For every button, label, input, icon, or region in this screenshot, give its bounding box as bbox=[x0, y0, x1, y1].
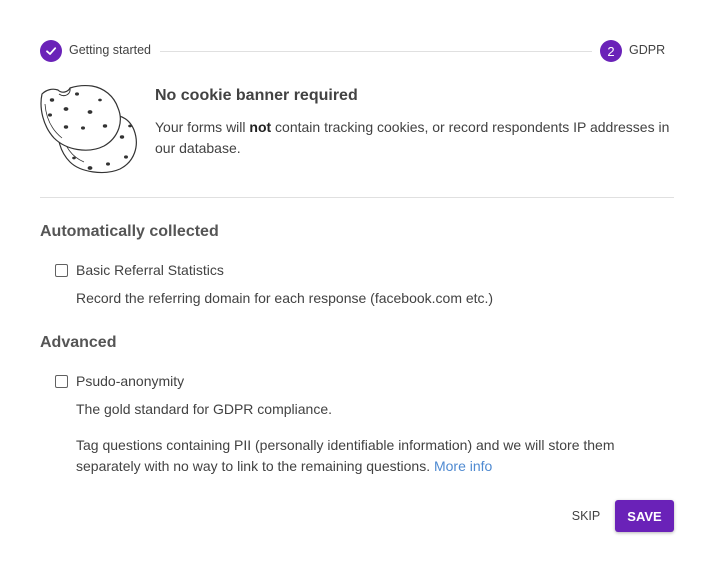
option-help-text-detail: Tag questions containing PII (personally… bbox=[76, 437, 615, 474]
save-button[interactable]: SAVE bbox=[615, 500, 674, 532]
step-label-gdpr: GDPR bbox=[629, 43, 666, 57]
skip-button[interactable]: SKIP bbox=[565, 503, 607, 529]
cookies-illustration bbox=[40, 85, 137, 174]
option-label[interactable]: Psudo-anonymity bbox=[76, 373, 184, 389]
step-completed-check-icon bbox=[40, 40, 62, 62]
stepper: Getting started 2 GDPR bbox=[40, 40, 674, 62]
option-label[interactable]: Basic Referral Statistics bbox=[76, 262, 224, 278]
step-number-badge: 2 bbox=[600, 40, 622, 62]
option-psudo-anonymity[interactable]: Psudo-anonymity bbox=[55, 373, 184, 389]
divider bbox=[40, 197, 674, 198]
banner-description: Your forms will not contain tracking coo… bbox=[155, 119, 670, 156]
step-label-getting-started: Getting started bbox=[69, 43, 151, 57]
checkbox-psudo-anonymity[interactable] bbox=[55, 374, 68, 388]
option-help-text: Record the referring domain for each res… bbox=[76, 290, 494, 306]
banner-title: No cookie banner required bbox=[155, 87, 358, 104]
option-basic-referral-statistics[interactable]: Basic Referral Statistics bbox=[55, 262, 224, 278]
section-title-automatically-collected: Automatically collected bbox=[40, 223, 219, 240]
stepper-connector bbox=[160, 51, 592, 52]
section-title-advanced: Advanced bbox=[40, 334, 117, 351]
more-info-link[interactable]: More info bbox=[434, 458, 492, 474]
checkbox-basic-referral-statistics[interactable] bbox=[55, 263, 68, 277]
option-help-text: The gold standard for GDPR compliance. bbox=[76, 401, 333, 417]
